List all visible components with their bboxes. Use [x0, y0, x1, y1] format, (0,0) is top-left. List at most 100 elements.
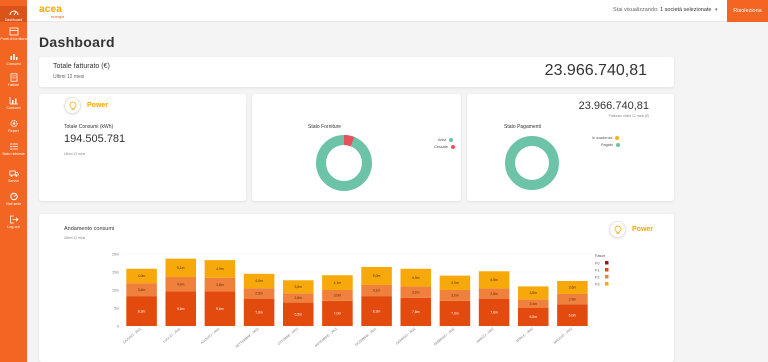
- legend-label: F1: [595, 268, 599, 272]
- data-label: 5,0m: [373, 274, 381, 278]
- data-label: 4,8m: [490, 278, 498, 282]
- data-label: 4,9m: [216, 267, 224, 271]
- data-label: 4,1m: [334, 281, 342, 285]
- legend-swatch: [605, 275, 609, 279]
- pagamenti-value-sub: Fatturato ultimi 12 mesi (€): [608, 114, 649, 118]
- data-label: 6,5m: [294, 313, 302, 317]
- data-label: 2,9m: [569, 297, 577, 301]
- sidebar-item-logout[interactable]: Log-out: [0, 215, 27, 231]
- legend-title: Fasce: [595, 254, 605, 258]
- data-label: 6,0m: [569, 313, 577, 317]
- x-tick-label: DICEMBRE - 2021: [354, 327, 377, 347]
- viewing-label: Stai visualizzando:: [613, 7, 659, 13]
- data-label: 8,3m: [373, 309, 381, 313]
- data-label: 4,0m: [138, 274, 146, 278]
- sidebar-item-fatture[interactable]: Fatture: [0, 73, 27, 89]
- logo-sub: energia: [51, 14, 65, 19]
- forniture-donut: [316, 135, 372, 191]
- legend-swatch: [605, 261, 609, 265]
- invoice-icon: [10, 73, 17, 82]
- totale-value: 23.966.740,81: [544, 62, 647, 79]
- x-tick-label: AGOSTO - 2021: [200, 327, 221, 345]
- sidebar-item-label: Consumi: [6, 106, 21, 110]
- x-tick-label: FEBBRAIO - 2022: [433, 327, 456, 347]
- legend-label: F2: [595, 275, 599, 279]
- consumi-sub: Ultimi 12 mesi: [64, 152, 86, 156]
- page-title: Dashboard: [39, 34, 115, 50]
- forniture-slice-attivi[interactable]: [316, 135, 372, 191]
- x-tick-label: GENNAIO - 2022: [395, 327, 417, 346]
- truck-icon: [8, 170, 19, 177]
- data-label: 2,9m: [255, 292, 263, 296]
- power-label: Power: [87, 102, 109, 109]
- bar-chart-icon: [10, 54, 17, 60]
- data-label: 3,6m: [569, 286, 577, 290]
- sidebar-item-label: Punti di fornitura: [0, 37, 27, 41]
- reselect-button[interactable]: Risoleziona: [727, 0, 768, 22]
- top-header: acea energia Stai visualizzando: 1 socie…: [27, 0, 768, 22]
- data-label: 2,8m: [490, 292, 498, 296]
- sidebar-item-report[interactable]: Report: [0, 119, 27, 135]
- sidebar-item-consumi-2[interactable]: Consumi: [0, 96, 27, 112]
- sidebar-item-label: Servizi: [8, 179, 19, 183]
- data-label: 7,0m: [334, 312, 342, 316]
- legend-swatch: [605, 268, 609, 272]
- sidebar-item-punti-fornitura[interactable]: Punti di fornitura: [0, 27, 27, 47]
- gauge-icon: [9, 10, 18, 16]
- x-tick-label: APRILE - 2022: [515, 327, 534, 344]
- andamento-consumi-card: Andamento consumi Ultimi 12 mesi Power 0…: [39, 214, 674, 362]
- y-tick-label: 15m: [112, 270, 119, 274]
- legend-label: F3: [595, 282, 599, 286]
- sidebar-item-stato-richieste[interactable]: Stato richieste: [0, 142, 27, 162]
- forniture-title: Stato Forniture: [308, 124, 342, 130]
- stato-pagamenti-card: 23.966.740,81 Fatturato ultimi 12 mesi (…: [467, 94, 674, 201]
- data-label: 4,0m: [451, 281, 459, 285]
- totale-sub: Ultimi 12 mesi: [53, 74, 85, 80]
- sidebar-item-visti-sede[interactable]: Visti sede: [0, 192, 27, 208]
- data-label: 9,6m: [177, 307, 185, 311]
- data-label: 5,0m: [529, 315, 537, 319]
- forniture-legend-attivi: Attivi: [438, 138, 454, 142]
- data-label: 7,6m: [255, 311, 263, 315]
- data-label: 4,0m: [177, 282, 185, 286]
- list-icon: [9, 143, 18, 150]
- sidebar: Dashboard Punti di fornitura Consumi Fat…: [0, 0, 27, 362]
- data-label: 3,2m: [412, 290, 420, 294]
- pagamenti-legend-pagato: Pagato: [601, 143, 621, 147]
- data-label: 2,6m: [294, 296, 302, 300]
- x-tick-label: SETTEMBRE - 2021: [235, 327, 260, 349]
- data-label: 4,0m: [255, 279, 263, 283]
- data-label: 7,8m: [412, 310, 420, 314]
- data-label: 4,9m: [412, 276, 420, 280]
- chart-icon: [9, 97, 18, 105]
- data-label: 8,3m: [138, 309, 146, 313]
- sidebar-item-dashboard[interactable]: Dashboard: [0, 6, 27, 22]
- data-label: 3,6m: [138, 288, 146, 292]
- x-tick-label: MAGGIO - 2022: [553, 327, 573, 345]
- x-tick-label: GIUGNO - 2021: [122, 327, 142, 345]
- company-selector[interactable]: Stai visualizzando: 1 società selezionat…: [613, 7, 718, 13]
- sidebar-item-label: Log-out: [7, 225, 20, 229]
- x-tick-label: NOVEMBRE - 2021: [314, 327, 338, 348]
- sidebar-item-label: Consumi: [6, 62, 21, 66]
- stato-forniture-card: Stato Forniture Attivi Cessate: [252, 94, 461, 201]
- totale-label: Totale fatturato (€): [53, 63, 110, 70]
- data-label: 3,1m: [373, 289, 381, 293]
- x-tick-label: OTTOBRE - 2021: [277, 327, 299, 346]
- forniture-legend-cessate: Cessate: [434, 145, 455, 149]
- chevron-down-icon: ▾: [715, 7, 718, 13]
- data-label: 3,8m: [216, 283, 224, 287]
- data-label: 9,6m: [216, 307, 224, 311]
- sidebar-item-label: Dashboard: [4, 18, 23, 22]
- pagamenti-slice-pagato[interactable]: [505, 136, 559, 190]
- pagamenti-legend-scadenza: In scadenza: [592, 136, 620, 140]
- y-tick-label: 0: [117, 324, 119, 328]
- acea-logo[interactable]: acea energia: [39, 4, 69, 19]
- sidebar-item-servizi[interactable]: Servizi: [0, 169, 27, 185]
- data-label: 3,0m: [451, 294, 459, 298]
- logout-icon: [9, 215, 19, 224]
- lightbulb-icon: [64, 97, 81, 114]
- sidebar-item-consumi[interactable]: Consumi: [0, 52, 27, 68]
- legend-swatch: [605, 282, 609, 286]
- power-badge: Power: [64, 97, 108, 114]
